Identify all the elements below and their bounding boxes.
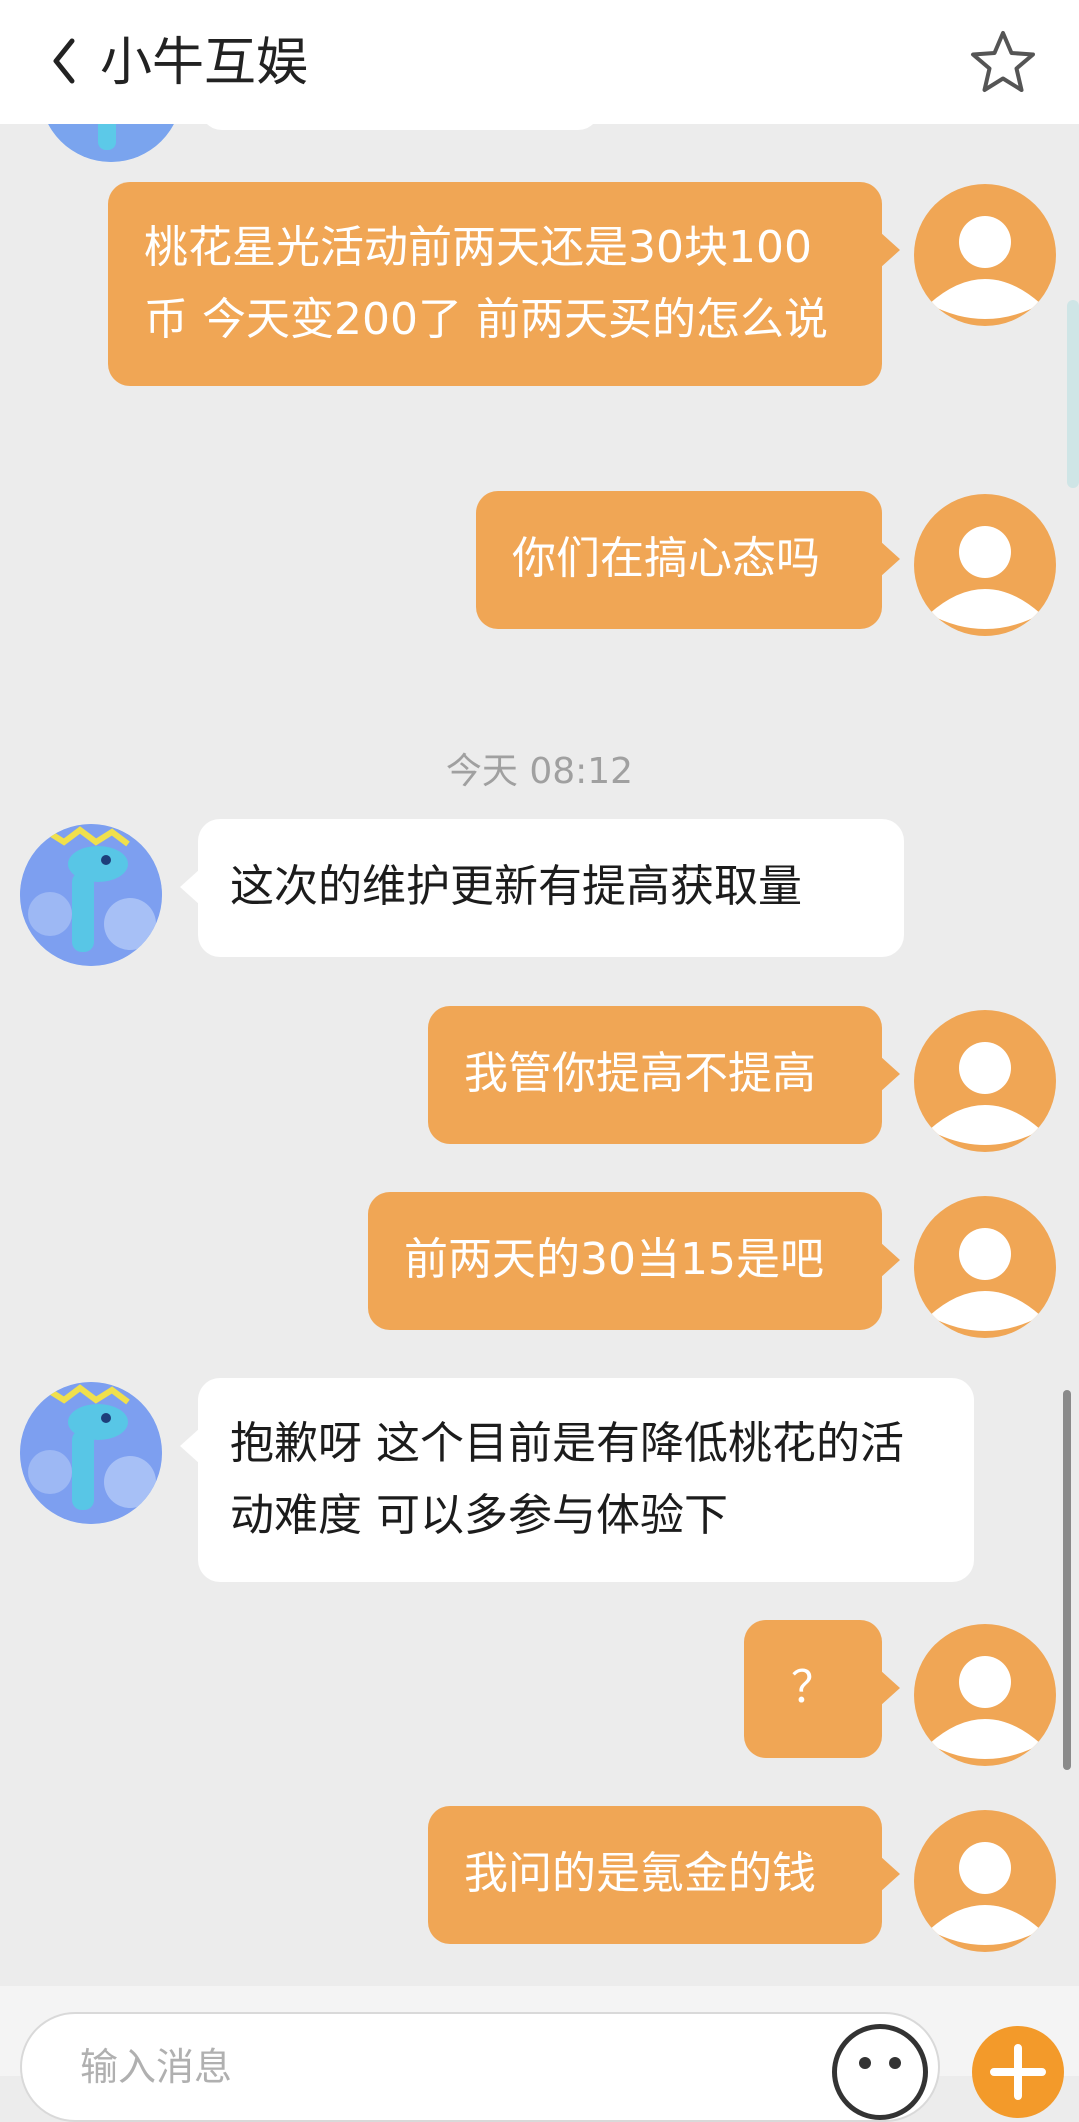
plus-icon xyxy=(990,2044,1046,2100)
back-button[interactable] xyxy=(38,26,88,96)
message-bubble-sent[interactable]: ？ xyxy=(744,1620,900,1758)
previous-bubble xyxy=(200,124,600,130)
dinosaur-avatar-icon xyxy=(20,1382,162,1524)
contact-avatar[interactable] xyxy=(20,1382,162,1524)
user-silhouette-icon xyxy=(929,526,1041,629)
user-silhouette-icon xyxy=(929,1842,1041,1945)
message-bubble-sent[interactable]: 你们在搞心态吗 xyxy=(476,491,900,629)
page-title: 小牛互娱 xyxy=(100,33,309,93)
my-avatar[interactable] xyxy=(914,1810,1056,1952)
user-silhouette-icon xyxy=(929,1228,1041,1331)
scroll-edge-indicator xyxy=(1067,300,1079,488)
scrollbar[interactable] xyxy=(1063,1390,1071,1770)
contact-avatar[interactable] xyxy=(20,824,162,966)
user-silhouette-icon xyxy=(929,1042,1041,1145)
chevron-left-icon xyxy=(53,38,75,84)
star-outline-icon xyxy=(971,31,1035,92)
message-input[interactable]: 输入消息 xyxy=(20,2012,940,2122)
add-button[interactable] xyxy=(972,2026,1064,2118)
message-text: 这次的维护更新有提高获取量 xyxy=(230,861,802,912)
message-text: 桃花星光活动前两天还是30块100币 今天变200了 前两天买的怎么说 xyxy=(144,222,828,345)
timestamp: 今天 08:12 xyxy=(445,751,634,792)
dinosaur-avatar-icon xyxy=(20,824,162,966)
message-bubble-sent[interactable]: 前两天的30当15是吧 xyxy=(368,1192,900,1330)
composer-bar: 输入消息 xyxy=(0,1986,1079,2122)
emoji-icon xyxy=(859,2057,901,2069)
message-bubble-sent[interactable]: 我管你提高不提高 xyxy=(428,1006,900,1144)
message-bubble-sent[interactable]: 我问的是氪金的钱 xyxy=(428,1806,900,1944)
dinosaur-avatar-icon xyxy=(48,124,174,162)
message-text: 抱歉呀 这个目前是有降低桃花的活动难度 可以多参与体验下 xyxy=(230,1418,904,1541)
message-text: 前两天的30当15是吧 xyxy=(404,1234,824,1285)
my-avatar[interactable] xyxy=(914,494,1056,636)
message-bubble-sent[interactable]: 桃花星光活动前两天还是30块100币 今天变200了 前两天买的怎么说 xyxy=(108,182,900,386)
message-bubble-received[interactable]: 这次的维护更新有提高获取量 xyxy=(180,819,904,957)
message-text: 你们在搞心态吗 xyxy=(512,533,820,584)
emoji-button[interactable] xyxy=(832,2024,928,2120)
user-silhouette-icon xyxy=(929,216,1041,319)
message-bubble-received[interactable]: 抱歉呀 这个目前是有降低桃花的活动难度 可以多参与体验下 xyxy=(180,1378,974,1582)
chat-area[interactable]: 桃花星光活动前两天还是30块100币 今天变200了 前两天买的怎么说 你们在搞… xyxy=(0,124,1079,1986)
message-text: ？ xyxy=(791,1662,835,1713)
avatar[interactable] xyxy=(40,124,182,162)
message-text: 我管你提高不提高 xyxy=(464,1048,816,1099)
my-avatar[interactable] xyxy=(914,1196,1056,1338)
my-avatar[interactable] xyxy=(914,184,1056,326)
user-silhouette-icon xyxy=(929,1656,1041,1759)
my-avatar[interactable] xyxy=(914,1624,1056,1766)
top-bar: 小牛互娱 xyxy=(0,0,1079,124)
my-avatar[interactable] xyxy=(914,1010,1056,1152)
message-text: 我问的是氪金的钱 xyxy=(464,1848,816,1899)
favorite-button[interactable] xyxy=(965,26,1041,98)
message-input-placeholder: 输入消息 xyxy=(80,2045,233,2089)
